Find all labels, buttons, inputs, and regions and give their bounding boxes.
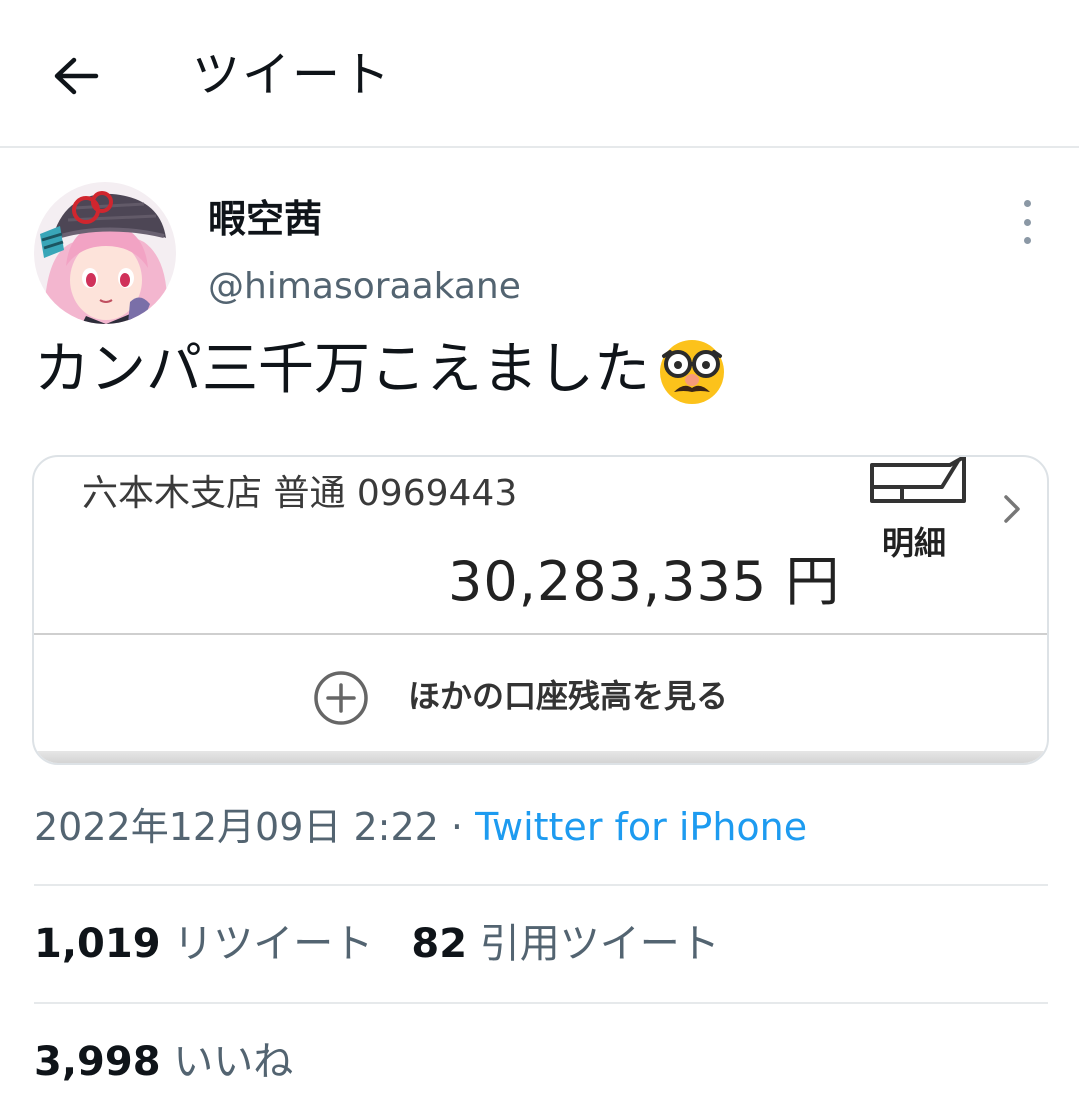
page-title: ツイート xyxy=(192,47,393,103)
user-handle[interactable]: @himasoraakane xyxy=(208,262,521,312)
likes-label: いいね xyxy=(173,1039,294,1085)
top-bar: ツイート xyxy=(0,0,1079,148)
divider xyxy=(34,884,1048,886)
tweet-text-content: カンパ三千万こえました xyxy=(34,337,650,402)
chevron-right-icon xyxy=(1004,495,1020,523)
likes-stat[interactable]: 3,998 いいね xyxy=(34,1034,293,1090)
source-link[interactable]: Twitter for iPhone xyxy=(475,805,807,849)
other-accounts-link: ほかの口座残高を見る xyxy=(408,677,729,715)
likes-count: 3,998 xyxy=(34,1039,161,1085)
quotes-count: 82 xyxy=(411,921,468,967)
account-balance: 30,283,335 円 xyxy=(448,550,841,613)
more-dot-icon xyxy=(1023,200,1031,207)
retweets-stat[interactable]: 1,019 リツイート xyxy=(34,921,373,967)
more-dot-icon xyxy=(1023,218,1031,226)
passbook-icon xyxy=(870,457,966,503)
statement-label: 明細 xyxy=(882,524,947,562)
media-image-card[interactable]: 六本木支店 普通 0969443 明細 30,283,335 円 ほかの口座残高… xyxy=(32,455,1049,765)
card-bottom-edge xyxy=(34,751,1047,763)
disguised-face-emoji-icon xyxy=(660,340,724,404)
more-options-button[interactable] xyxy=(1012,200,1042,244)
tweet-metadata: 2022年12月09日 2:22 · Twitter for iPhone xyxy=(34,800,807,854)
display-name[interactable]: 暇空茜 xyxy=(208,192,322,246)
arrow-left-icon xyxy=(54,57,99,95)
timestamp[interactable]: 2022年12月09日 2:22 xyxy=(34,805,439,849)
more-dot-icon xyxy=(1023,237,1031,244)
back-button[interactable] xyxy=(44,44,108,108)
quotes-stat[interactable]: 82 引用ツイート xyxy=(411,921,719,967)
card-divider xyxy=(34,633,1047,635)
tweet-text: カンパ三千万こえました xyxy=(34,332,728,408)
engagement-stats: 1,019 リツイート 82 引用ツイート xyxy=(34,916,720,972)
quotes-label: 引用ツイート xyxy=(479,921,720,967)
metadata-separator: · xyxy=(438,805,476,849)
plus-circle-icon xyxy=(314,671,368,725)
retweets-label: リツイート xyxy=(173,921,374,967)
anime-avatar-image xyxy=(34,182,176,324)
divider xyxy=(34,1002,1048,1004)
avatar[interactable] xyxy=(34,182,176,324)
bank-branch-account: 六本木支店 普通 0969443 xyxy=(82,473,518,514)
retweets-count: 1,019 xyxy=(34,921,161,967)
